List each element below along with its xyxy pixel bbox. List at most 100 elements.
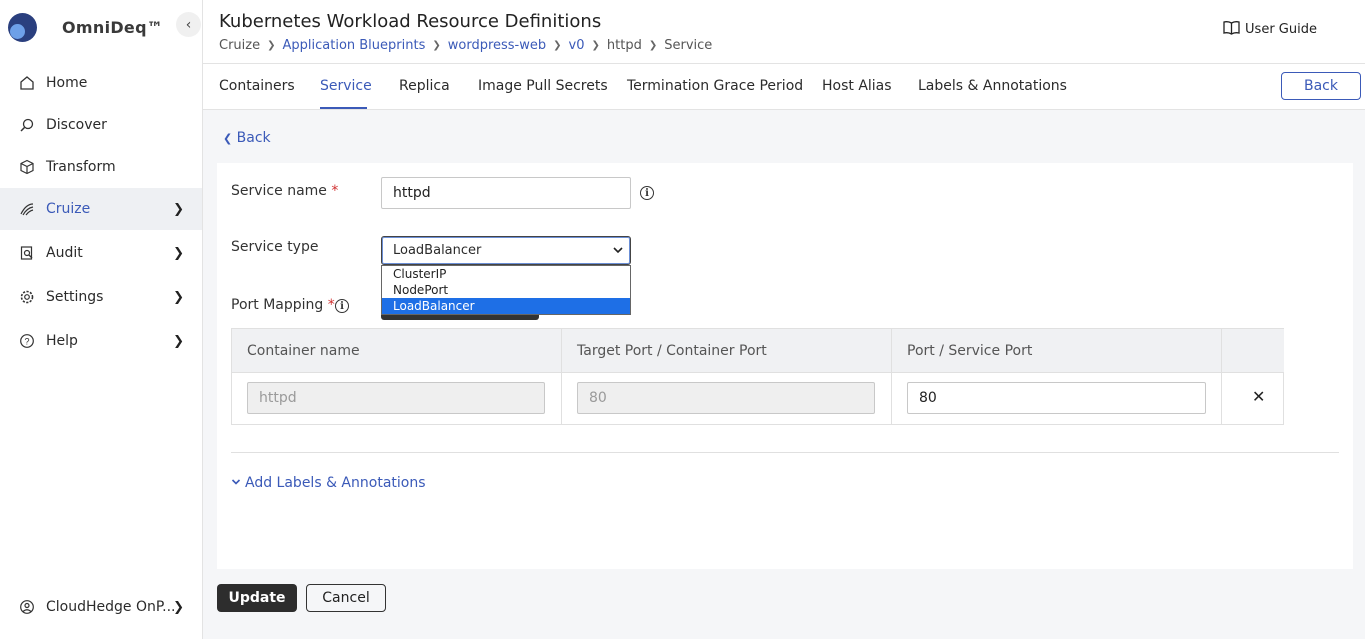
brand-name: OmniDeq™	[62, 17, 164, 37]
column-header-service-port: Port / Service Port	[892, 329, 1222, 372]
service-name-label-text: Service name	[231, 183, 327, 199]
settings-icon	[18, 288, 36, 306]
discover-icon	[18, 116, 36, 134]
chevron-left-icon: ‹	[185, 16, 192, 33]
sidebar-item-cruize[interactable]: Cruize ❯	[0, 188, 202, 230]
active-tab-indicator	[320, 107, 367, 109]
service-form-card: Service name * httpd i Service type Load…	[217, 163, 1353, 569]
service-type-select[interactable]: LoadBalancer	[381, 236, 631, 265]
chevron-right-icon: ❯	[173, 599, 184, 615]
help-icon: ?	[18, 332, 36, 350]
chevron-down-icon	[231, 475, 241, 491]
tab-containers[interactable]: Containers	[219, 78, 295, 94]
service-name-input[interactable]: httpd	[381, 177, 631, 209]
main-content: ❮ Back Service name * httpd i Service ty…	[203, 110, 1365, 639]
option-clusterip[interactable]: ClusterIP	[382, 266, 630, 282]
account-label: CloudHedge OnP...	[46, 599, 176, 615]
chevron-right-icon: ❯	[591, 40, 600, 51]
chevron-right-icon: ❯	[173, 201, 184, 217]
breadcrumb-item-wordpress-web[interactable]: wordpress-web	[448, 38, 546, 53]
service-port-input[interactable]: 80	[907, 382, 1206, 414]
close-icon: ✕	[1252, 387, 1266, 406]
back-button[interactable]: Back	[1281, 72, 1361, 100]
update-button[interactable]: Update	[217, 584, 297, 612]
user-icon	[18, 598, 36, 616]
sidebar-item-settings[interactable]: Settings ❯	[0, 276, 202, 318]
svg-text:?: ?	[24, 337, 29, 347]
sidebar-item-audit[interactable]: Audit ❯	[0, 232, 202, 274]
account-menu[interactable]: CloudHedge OnP... ❯	[0, 586, 202, 628]
divider	[231, 452, 1339, 453]
column-header-target-port: Target Port / Container Port	[562, 329, 892, 372]
sidebar-item-label: Cruize	[46, 201, 91, 217]
tab-termination-grace-period[interactable]: Termination Grace Period	[627, 78, 803, 94]
tab-image-pull-secrets[interactable]: Image Pull Secrets	[478, 78, 608, 94]
brand[interactable]: OmniDeq™	[8, 11, 163, 43]
header: Kubernetes Workload Resource Definitions…	[203, 0, 1365, 64]
port-mapping-label: Port Mapping *	[231, 297, 335, 313]
breadcrumb-item-httpd: httpd	[606, 38, 642, 53]
service-type-label: Service type	[231, 239, 319, 255]
omnideq-logo	[8, 12, 37, 42]
tab-host-alias[interactable]: Host Alias	[822, 78, 892, 94]
chevron-right-icon: ❯	[267, 40, 276, 51]
sidebar-item-label: Discover	[46, 117, 107, 133]
sidebar-item-label: Audit	[46, 245, 83, 261]
port-mapping-table: Container name Target Port / Container P…	[231, 328, 1284, 425]
target-port-input: 80	[577, 382, 875, 414]
service-name-info-icon[interactable]: i	[640, 186, 654, 200]
port-mapping-label-text: Port Mapping	[231, 297, 324, 313]
column-header-container-name: Container name	[232, 329, 562, 372]
tab-labels-annotations[interactable]: Labels & Annotations	[918, 78, 1067, 94]
breadcrumb: Cruize ❯ Application Blueprints ❯ wordpr…	[219, 38, 712, 53]
chevron-left-icon: ❮	[223, 132, 233, 145]
cruize-icon	[18, 200, 36, 218]
sidebar-item-label: Home	[46, 75, 88, 91]
chevron-down-icon	[612, 244, 624, 260]
book-icon	[1223, 20, 1240, 39]
required-marker: *	[331, 183, 339, 199]
back-link[interactable]: ❮ Back	[223, 130, 271, 146]
sidebar-item-home[interactable]: Home	[0, 62, 202, 104]
chevron-right-icon: ❯	[173, 245, 184, 261]
chevron-right-icon: ❯	[173, 333, 184, 349]
breadcrumb-item-v0[interactable]: v0	[569, 38, 585, 53]
option-nodeport[interactable]: NodePort	[382, 282, 630, 298]
breadcrumb-item-service: Service	[664, 38, 713, 53]
sidebar-item-label: Transform	[46, 159, 116, 175]
container-name-input: httpd	[247, 382, 545, 414]
chevron-right-icon: ❯	[173, 289, 184, 305]
user-guide-label: User Guide	[1245, 22, 1317, 37]
service-type-value: LoadBalancer	[393, 243, 482, 258]
add-labels-annotations-toggle[interactable]: Add Labels & Annotations	[231, 475, 426, 491]
service-name-label: Service name *	[231, 183, 338, 199]
sidebar-item-transform[interactable]: Transform	[0, 146, 202, 188]
column-header-actions	[1222, 329, 1284, 372]
collapse-sidebar-button[interactable]: ‹	[176, 12, 201, 37]
back-link-label: Back	[236, 130, 271, 146]
remove-row-button[interactable]: ✕	[1252, 387, 1265, 406]
transform-icon	[18, 158, 36, 176]
chevron-right-icon: ❯	[648, 40, 658, 51]
chevron-right-icon: ❯	[553, 40, 562, 51]
service-type-dropdown: ClusterIP NodePort LoadBalancer	[381, 265, 631, 315]
port-mapping-info-icon[interactable]: i	[335, 299, 349, 313]
sidebar-item-discover[interactable]: Discover	[0, 104, 202, 146]
user-guide-link[interactable]: User Guide	[1223, 20, 1317, 39]
tab-bar: Containers Service Replica Image Pull Se…	[203, 64, 1365, 110]
breadcrumb-item-application-blueprints[interactable]: Application Blueprints	[283, 38, 426, 53]
chevron-right-icon: ❯	[432, 40, 441, 51]
sidebar-item-help[interactable]: ? Help ❯	[0, 320, 202, 362]
option-loadbalancer[interactable]: LoadBalancer	[382, 298, 630, 314]
required-marker: *	[327, 297, 335, 313]
page-title: Kubernetes Workload Resource Definitions	[219, 11, 602, 32]
sidebar: OmniDeq™ ‹ Home Discover Transform Cruiz…	[0, 0, 203, 639]
audit-icon	[18, 244, 36, 262]
sidebar-item-label: Settings	[46, 289, 104, 305]
breadcrumb-item-cruize: Cruize	[219, 38, 261, 53]
sidebar-item-label: Help	[46, 333, 78, 349]
add-labels-annotations-label: Add Labels & Annotations	[245, 475, 426, 491]
tab-replica[interactable]: Replica	[399, 78, 450, 94]
tab-service[interactable]: Service	[320, 78, 372, 94]
cancel-button[interactable]: Cancel	[306, 584, 386, 612]
